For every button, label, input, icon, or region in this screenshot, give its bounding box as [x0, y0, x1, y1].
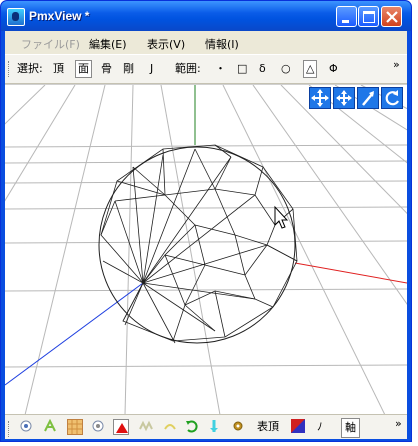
rotate-move-glyph	[311, 89, 329, 107]
minimize-button[interactable]	[336, 6, 357, 27]
toolbar-grip[interactable]	[8, 61, 12, 77]
range-point-button[interactable]: ・	[215, 61, 226, 77]
reset-view-glyph	[385, 90, 399, 106]
menu-bar: ファイル(F) 編集(E) 表示(V) 情報(I)	[5, 31, 407, 54]
triangle-red-icon[interactable]	[113, 419, 129, 435]
range-delta-button[interactable]: δ	[259, 61, 266, 77]
leaf-icon[interactable]	[43, 419, 57, 433]
toolbar-overflow[interactable]: »	[393, 57, 400, 73]
material-color-icon[interactable]	[291, 419, 305, 433]
pan-glyph	[336, 90, 352, 106]
reset-view-icon[interactable]	[381, 87, 403, 109]
wave-icon[interactable]	[139, 419, 153, 433]
gear-icon[interactable]	[231, 419, 245, 433]
zoom-icon[interactable]	[357, 87, 379, 109]
app-icon	[7, 8, 25, 26]
range-phi-button[interactable]: Φ	[329, 61, 338, 77]
menu-edit[interactable]: 編集(E)	[89, 36, 127, 52]
select-joint-button[interactable]: J	[150, 61, 153, 77]
maximize-button[interactable]	[358, 6, 379, 27]
select-vertex-button[interactable]: 頂	[53, 61, 64, 77]
toolbar: 選択: 頂 面 骨 剛 J 範囲: ・ □ δ ○ △ Φ »	[5, 54, 407, 84]
title-bar[interactable]: PmxView *	[1, 1, 411, 31]
axis-toggle-button[interactable]: 軸	[341, 418, 360, 438]
minimize-icon	[342, 20, 349, 23]
statusbar-overflow[interactable]: »	[395, 415, 402, 433]
menu-file[interactable]: ファイル(F)	[21, 36, 80, 52]
axis-x	[294, 262, 407, 284]
select-rigid-button[interactable]: 剛	[123, 61, 134, 77]
green-arrow-icon[interactable]	[185, 419, 199, 433]
texture-icon[interactable]	[67, 419, 83, 435]
radio-icon[interactable]	[91, 419, 105, 433]
zoom-glyph	[362, 91, 374, 106]
close-button[interactable]	[381, 6, 402, 27]
select-face-button[interactable]: 面	[75, 60, 92, 78]
window-title: PmxView *	[29, 9, 90, 23]
floor-grid	[5, 85, 407, 415]
select-bone-button[interactable]: 骨	[101, 61, 112, 77]
vertex-face-label[interactable]: 表頂	[257, 418, 279, 436]
scene-canvas[interactable]	[5, 85, 407, 415]
3d-viewport[interactable]	[5, 84, 407, 415]
menu-view[interactable]: 表示(V)	[147, 36, 185, 52]
range-square-button[interactable]: □	[237, 61, 247, 77]
mouse-cursor	[274, 205, 289, 229]
main-window: PmxView * ファイル(F) 編集(E) 表示(V) 情報(I) 選択: …	[0, 0, 412, 442]
statusbar-grip[interactable]	[8, 421, 12, 437]
close-icon	[386, 11, 398, 23]
cyan-arrow-icon[interactable]	[207, 419, 221, 433]
range-circle-button[interactable]: ○	[281, 61, 291, 77]
range-label: 範囲:	[175, 62, 201, 75]
radio-icon[interactable]	[19, 419, 33, 433]
axis-z	[5, 282, 144, 386]
rotate-move-icon[interactable]	[309, 87, 331, 109]
bottom-toolbar: 表頂 ﾉ 軸 »	[5, 414, 407, 439]
pan-icon[interactable]	[333, 87, 355, 109]
morph-icon[interactable]	[163, 419, 177, 433]
maximize-icon	[363, 11, 375, 23]
select-label: 選択:	[17, 62, 43, 75]
menu-info[interactable]: 情報(I)	[205, 36, 239, 52]
range-triangle-button[interactable]: △	[303, 60, 318, 78]
bone-label[interactable]: ﾉ	[317, 418, 323, 436]
